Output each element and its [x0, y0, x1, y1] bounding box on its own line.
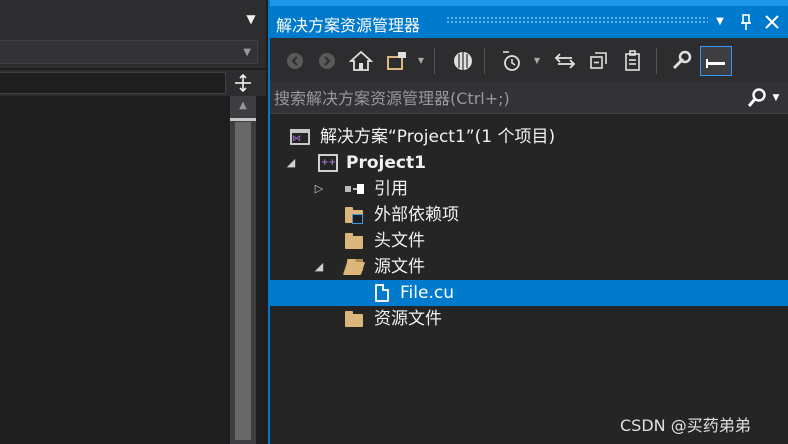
collapsed-triangle-icon[interactable]: ▷: [312, 176, 326, 202]
scope-dropdown[interactable]: ▼: [0, 40, 258, 64]
solution-icon: ⋈: [290, 128, 310, 146]
tree-node-external-dependencies[interactable]: 外部依赖项: [270, 202, 788, 228]
scroll-up-icon[interactable]: ▲: [230, 96, 256, 116]
properties-icon[interactable]: [620, 48, 646, 74]
close-icon[interactable]: [762, 12, 782, 32]
tree-node-label: 头文件: [374, 231, 425, 251]
editor-tab-bar: ▼: [0, 0, 266, 38]
switch-views-dropdown-icon[interactable]: ▼: [416, 48, 426, 74]
tree-node-file-cu[interactable]: File.cu: [270, 280, 788, 306]
tree-node-source-files[interactable]: ◢ 源文件: [270, 254, 788, 280]
expanded-triangle-icon[interactable]: ◢: [312, 254, 326, 280]
toolbar-separator: [656, 48, 657, 74]
cpp-project-icon: [318, 154, 338, 172]
expanded-triangle-icon[interactable]: ◢: [284, 150, 298, 176]
tree-node-label: File.cu: [400, 283, 454, 303]
tree-node-label: Project1: [346, 153, 426, 173]
tree-node-label: 引用: [374, 179, 408, 199]
tree-node-resource-files[interactable]: 资源文件: [270, 306, 788, 332]
toolbar-separator: [484, 48, 485, 74]
open-folder-icon: [342, 258, 366, 276]
wrench-icon[interactable]: [668, 48, 694, 74]
preview-selected-items-icon[interactable]: [700, 46, 732, 76]
search-icon[interactable]: [746, 86, 768, 110]
tree-node-label: 外部依赖项: [374, 205, 459, 225]
solution-explorer-panel: 解决方案资源管理器 ▼ ▼ ▼ 搜索解决方案资源管理器(Ctrl+;) ▼ ⋈ …: [268, 0, 788, 444]
solution-explorer-titlebar: 解决方案资源管理器 ▼: [270, 0, 788, 38]
scroll-position-marker: [230, 118, 256, 121]
chevron-down-icon: ▼: [243, 47, 251, 58]
solution-tree: ⋈ 解决方案“Project1”(1 个项目) ◢ Project1 ▷ 引用 …: [270, 124, 788, 444]
scroll-thumb[interactable]: [235, 122, 251, 440]
filter-dropdown-icon[interactable]: ▼: [532, 48, 542, 74]
search-input[interactable]: [274, 86, 734, 110]
sync-with-active-document-icon[interactable]: [552, 48, 578, 74]
vertical-scrollbar[interactable]: ▲: [230, 96, 256, 444]
folder-icon: [344, 310, 364, 328]
references-icon: [344, 180, 364, 198]
window-position-dropdown-icon[interactable]: ▼: [710, 12, 730, 32]
pin-icon[interactable]: [736, 12, 756, 32]
solution-explorer-toolbar: ▼ ▼: [270, 38, 788, 82]
panel-title: 解决方案资源管理器: [276, 16, 421, 35]
toolbar-separator: [434, 48, 435, 74]
tab-list-dropdown-icon[interactable]: ▼: [244, 12, 258, 26]
split-window-icon[interactable]: [232, 72, 254, 94]
file-icon: [372, 284, 392, 302]
pending-changes-filter-icon[interactable]: [498, 48, 524, 74]
folder-icon: [344, 232, 364, 250]
external-dependencies-folder-icon: [344, 206, 364, 224]
tree-node-solution[interactable]: ⋈ 解决方案“Project1”(1 个项目): [270, 124, 788, 150]
back-icon[interactable]: [282, 48, 308, 74]
tree-node-project[interactable]: ◢ Project1: [270, 150, 788, 176]
editor-navigation-bar: ▼: [0, 38, 266, 68]
collapse-all-icon[interactable]: [586, 48, 612, 74]
tree-node-references[interactable]: ▷ 引用: [270, 176, 788, 202]
member-dropdown[interactable]: [0, 72, 226, 94]
switch-views-icon[interactable]: [384, 48, 410, 74]
tree-node-header-files[interactable]: 头文件: [270, 228, 788, 254]
search-options-dropdown-icon[interactable]: ▼: [770, 86, 782, 110]
home-icon[interactable]: [348, 48, 374, 74]
tree-node-label: 解决方案“Project1”(1 个项目): [320, 127, 556, 147]
editor-pane: ▼ ▼ ▲: [0, 0, 266, 444]
forward-icon[interactable]: [314, 48, 340, 74]
title-drag-grip[interactable]: [446, 16, 708, 24]
tree-node-label: 资源文件: [374, 309, 442, 329]
editor-secondary-bar: [0, 70, 266, 96]
show-all-files-icon[interactable]: [450, 48, 476, 74]
solution-explorer-search: ▼: [270, 82, 788, 114]
tree-node-label: 源文件: [374, 257, 425, 277]
watermark: CSDN @买药弟弟: [620, 416, 751, 435]
